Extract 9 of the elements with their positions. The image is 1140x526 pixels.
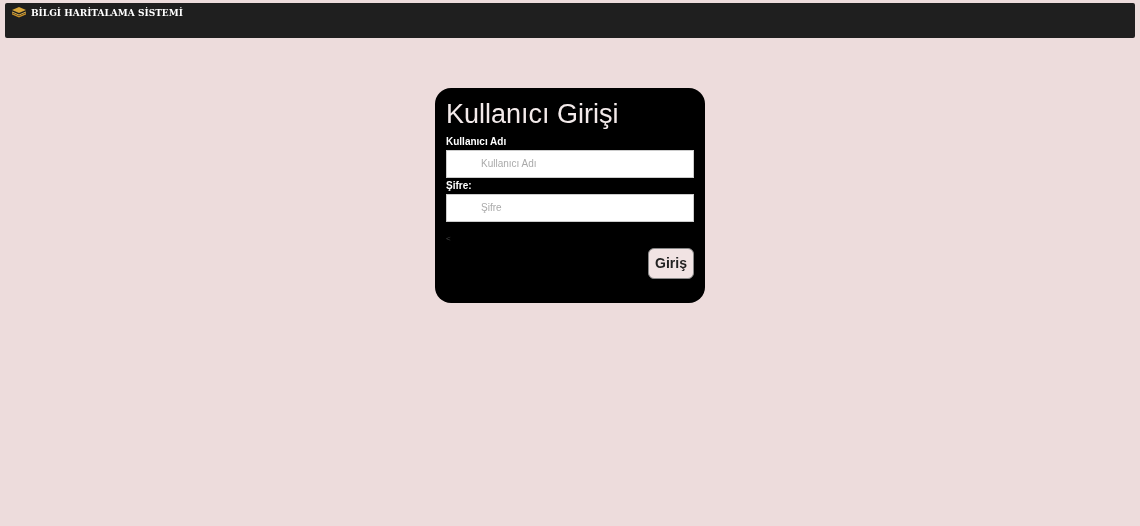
password-field[interactable]: Şifre [446,193,694,222]
login-title: Kullanıcı Girişi [446,100,620,130]
app-title: BİLGİ HARİTALAMA SİSTEMİ [31,7,183,19]
field-label: Şifre: [446,179,473,192]
username-field[interactable]: Kullanıcı Adı [446,149,694,178]
stray-mark: < [446,234,451,243]
stack-icon [11,7,27,19]
field-label: Kullanıcı Adı [446,135,508,148]
login-button[interactable]: Giriş [648,247,694,279]
